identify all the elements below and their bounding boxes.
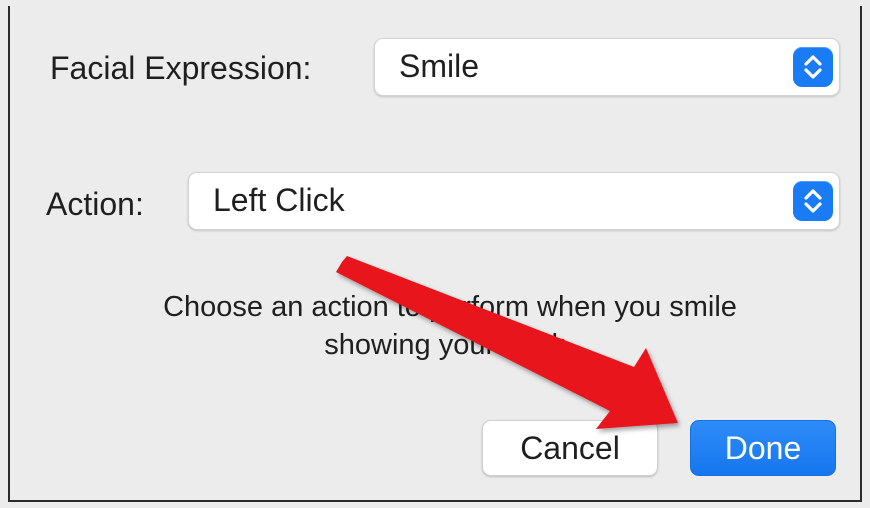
annotation-arrow-icon [336, 256, 678, 429]
dialog-sheet: Facial Expression: Smile Action: Left Cl… [0, 0, 870, 508]
